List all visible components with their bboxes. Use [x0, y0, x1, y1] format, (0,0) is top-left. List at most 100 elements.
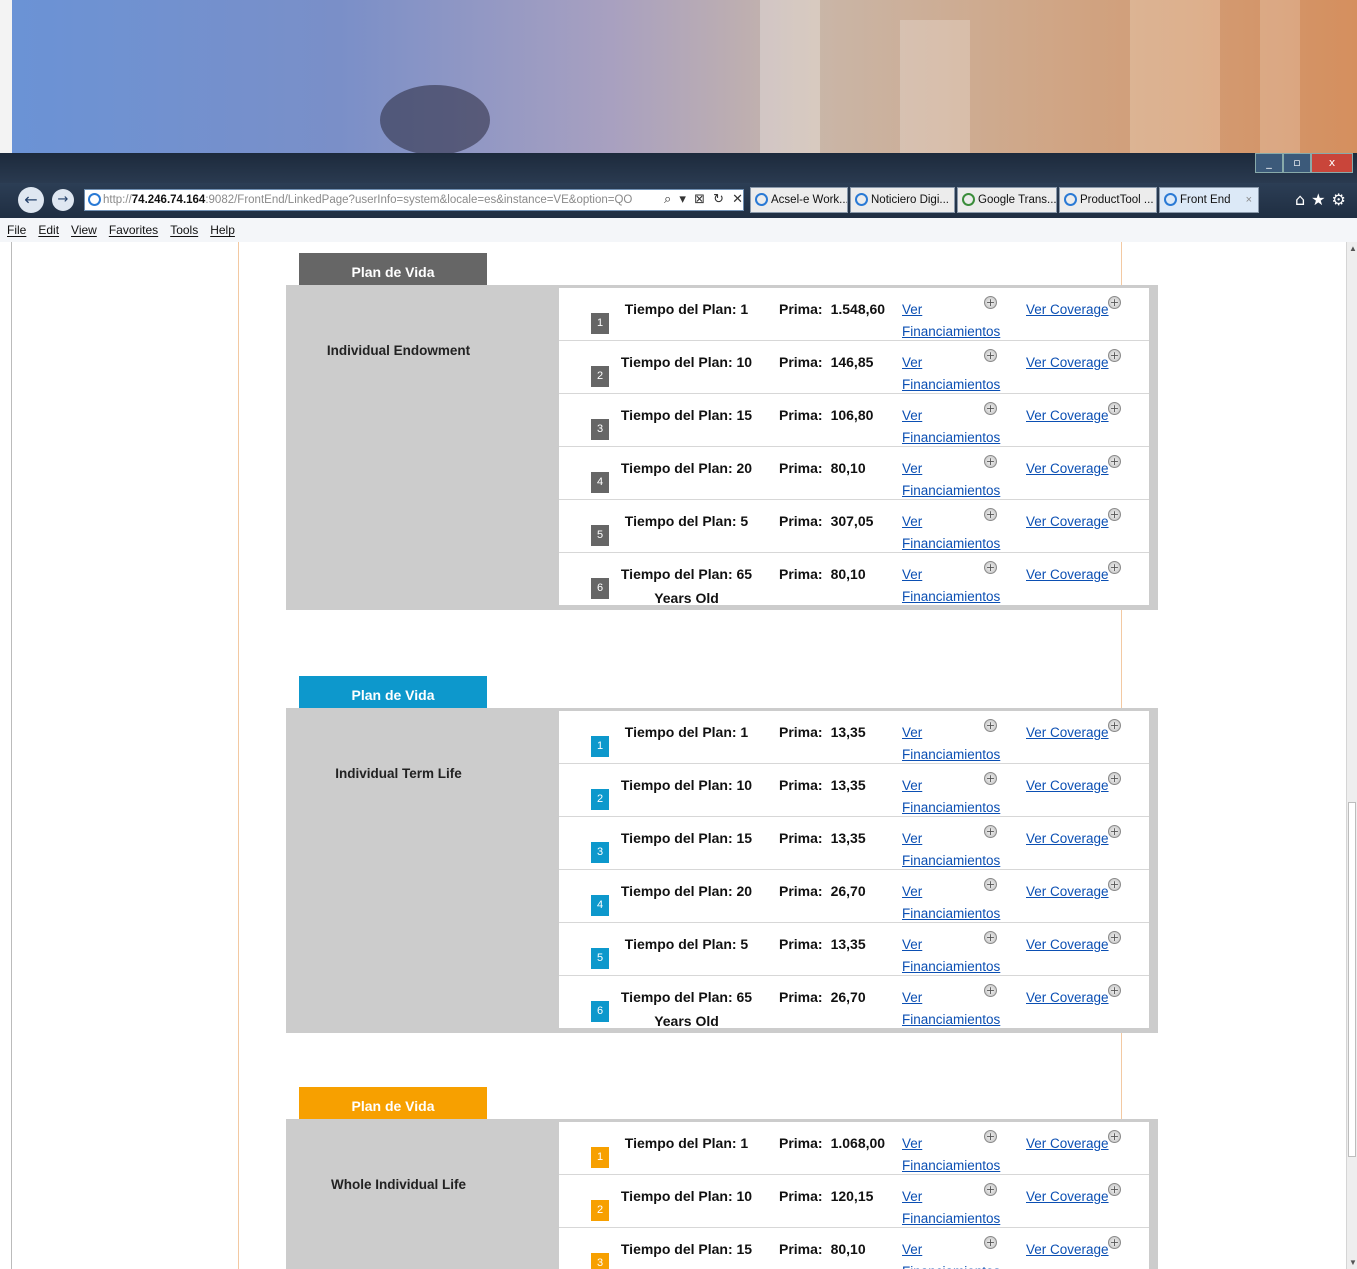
menu-edit[interactable]: Edit — [38, 223, 59, 237]
premium-value: 120,15 — [830, 1188, 874, 1204]
expand-financing-icon[interactable]: + — [984, 719, 997, 732]
ver-coverage-link[interactable]: Ver Coverage — [1026, 987, 1109, 1009]
expand-coverage-icon[interactable]: + — [1108, 719, 1121, 732]
premium-label: Prima: — [779, 830, 823, 846]
menu-tools[interactable]: Tools — [170, 223, 198, 237]
link-line: Financiamientos — [902, 1158, 1001, 1173]
expand-financing-icon[interactable]: + — [984, 984, 997, 997]
expand-coverage-icon[interactable]: + — [1108, 508, 1121, 521]
browser-tab[interactable]: Acsel-e Work... — [750, 187, 848, 213]
ver-coverage-link[interactable]: Ver Coverage — [1026, 722, 1109, 744]
ver-coverage-link[interactable]: Ver Coverage — [1026, 458, 1109, 480]
option-number-badge: 5 — [591, 948, 609, 969]
expand-coverage-icon[interactable]: + — [1108, 878, 1121, 891]
premium-label: Prima: — [779, 1241, 823, 1257]
menu-file[interactable]: File — [7, 223, 26, 237]
ver-coverage-link[interactable]: Ver Coverage — [1026, 1133, 1109, 1155]
expand-financing-icon[interactable]: + — [984, 878, 997, 891]
plan-option-row: 3 Tiempo del Plan: 15 Prima: 106,80 Ver Finan… — [559, 394, 1149, 447]
ver-coverage-link[interactable]: Ver Coverage — [1026, 881, 1109, 903]
premium-label: Prima: — [779, 301, 823, 317]
plan-term: Tiempo del Plan: 1 — [624, 724, 749, 740]
expand-coverage-icon[interactable]: + — [1108, 349, 1121, 362]
premium: Prima: 146,85 — [779, 350, 873, 374]
expand-coverage-icon[interactable]: + — [1108, 455, 1121, 468]
expand-coverage-icon[interactable]: + — [1108, 402, 1121, 415]
premium-value: 1.068,00 — [830, 1135, 886, 1151]
close-window-button[interactable]: x — [1311, 153, 1353, 173]
ver-coverage-link[interactable]: Ver Coverage — [1026, 1239, 1109, 1261]
menu-favorites[interactable]: Favorites — [109, 223, 158, 237]
link-line: Financiamientos — [902, 377, 1001, 392]
expand-financing-icon[interactable]: + — [984, 772, 997, 785]
ver-coverage-link[interactable]: Ver Coverage — [1026, 299, 1109, 321]
ver-coverage-link[interactable]: Ver Coverage — [1026, 934, 1109, 956]
expand-financing-icon[interactable]: + — [984, 825, 997, 838]
close-tab-icon[interactable]: × — [1246, 188, 1252, 212]
expand-financing-icon[interactable]: + — [984, 561, 997, 574]
expand-coverage-icon[interactable]: + — [1108, 296, 1121, 309]
plan-name: Whole Individual Life — [331, 1177, 466, 1192]
expand-coverage-icon[interactable]: + — [1108, 1130, 1121, 1143]
premium-value: 80,10 — [830, 1241, 866, 1257]
scrollbar-thumb[interactable] — [1348, 802, 1356, 1157]
menu-view[interactable]: View — [71, 223, 97, 237]
expand-coverage-icon[interactable]: + — [1108, 561, 1121, 574]
expand-financing-icon[interactable]: + — [984, 931, 997, 944]
expand-financing-icon[interactable]: + — [984, 1236, 997, 1249]
plan-term: Tiempo del Plan: 5 — [624, 936, 749, 952]
expand-coverage-icon[interactable]: + — [1108, 984, 1121, 997]
scroll-up-icon[interactable]: ▲ — [1349, 244, 1357, 253]
premium-value: 80,10 — [830, 566, 866, 582]
plan-option-row: 1 Tiempo del Plan: 1 Prima: 1.068,00 Ver Fina… — [559, 1122, 1149, 1175]
expand-coverage-icon[interactable]: + — [1108, 931, 1121, 944]
expand-coverage-icon[interactable]: + — [1108, 1183, 1121, 1196]
plan-rows: 1 Tiempo del Plan: 1 Prima: 1.548,60 Ver Fina… — [559, 288, 1149, 606]
expand-financing-icon[interactable]: + — [984, 508, 997, 521]
ver-coverage-link[interactable]: Ver Coverage — [1026, 775, 1109, 797]
option-number-badge: 3 — [591, 1253, 609, 1269]
address-tools[interactable]: ⌕ ▾ ⊠ ↻ ✕ — [664, 192, 745, 207]
expand-financing-icon[interactable]: + — [984, 402, 997, 415]
expand-financing-icon[interactable]: + — [984, 1130, 997, 1143]
expand-coverage-icon[interactable]: + — [1108, 1236, 1121, 1249]
expand-coverage-icon[interactable]: + — [1108, 825, 1121, 838]
layout-guide-line — [238, 242, 239, 1269]
expand-financing-icon[interactable]: + — [984, 455, 997, 468]
vertical-scrollbar[interactable]: ▲ ▼ — [1346, 242, 1357, 1269]
option-number-badge: 2 — [591, 366, 609, 387]
ver-coverage-link[interactable]: Ver Coverage — [1026, 405, 1109, 427]
plan-option-row: 1 Tiempo del Plan: 1 Prima: 13,35 Ver Financi… — [559, 711, 1149, 764]
ver-coverage-link[interactable]: Ver Coverage — [1026, 1186, 1109, 1208]
premium-label: Prima: — [779, 513, 823, 529]
link-line: Financiamientos — [902, 800, 1001, 815]
minimize-button[interactable]: _ — [1255, 153, 1283, 173]
address-bar[interactable]: http://74.246.74.164:9082/FrontEnd/Linke… — [84, 189, 744, 211]
browser-tab[interactable]: ProductTool ... — [1059, 187, 1157, 213]
browser-tab[interactable]: Noticiero Digi... — [850, 187, 955, 213]
tab-label: ProductTool ... — [1080, 194, 1154, 206]
maximize-button[interactable]: ▫ — [1283, 153, 1311, 173]
expand-financing-icon[interactable]: + — [984, 349, 997, 362]
expand-financing-icon[interactable]: + — [984, 296, 997, 309]
back-button[interactable]: ← — [18, 187, 44, 213]
option-number-badge: 4 — [591, 895, 609, 916]
expand-financing-icon[interactable]: + — [984, 1183, 997, 1196]
browser-tab-active[interactable]: Front End × — [1159, 187, 1259, 213]
expand-coverage-icon[interactable]: + — [1108, 772, 1121, 785]
ie-tab-icon — [755, 193, 768, 206]
menu-help[interactable]: Help — [210, 223, 235, 237]
forward-button[interactable]: → — [52, 189, 74, 211]
ver-coverage-link[interactable]: Ver Coverage — [1026, 511, 1109, 533]
tab-label: Noticiero Digi... — [871, 194, 949, 206]
scroll-down-icon[interactable]: ▼ — [1349, 1258, 1357, 1267]
plan-option-row: 3 Tiempo del Plan: 15 Prima: 13,35 Ver Financ… — [559, 817, 1149, 870]
ver-coverage-link[interactable]: Ver Coverage — [1026, 352, 1109, 374]
ver-coverage-link[interactable]: Ver Coverage — [1026, 828, 1109, 850]
browser-tab[interactable]: Google Trans... — [957, 187, 1057, 213]
premium-value: 146,85 — [830, 354, 874, 370]
home-favorites-tools-icons[interactable]: ⌂★⚙ — [1295, 190, 1352, 209]
plan-option-row: 6 Tiempo del Plan: 65 Years Old Prima: 26,7… — [559, 976, 1149, 1029]
tab-label: Front End — [1180, 194, 1231, 206]
ver-coverage-link[interactable]: Ver Coverage — [1026, 564, 1109, 586]
